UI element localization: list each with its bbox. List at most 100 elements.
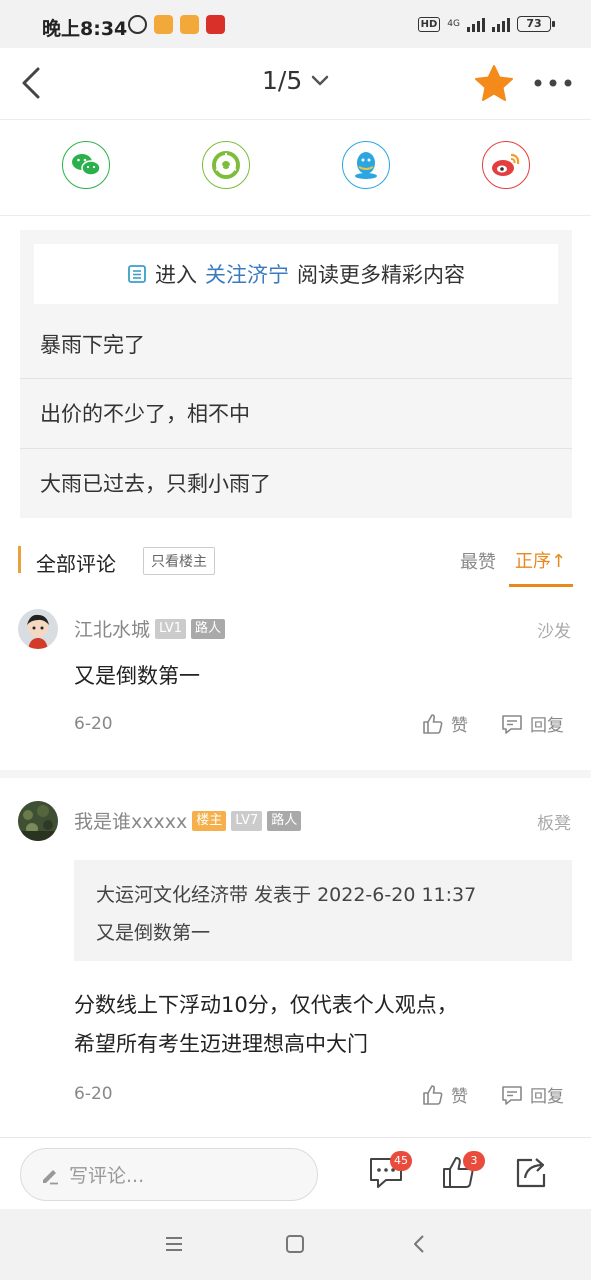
floor-label: 沙发 [537,622,571,642]
signal-icon-2 [492,16,510,32]
status-right: HD 4G 73 [417,16,555,32]
share-qq-button[interactable] [342,141,390,189]
home-square-icon [286,1235,304,1253]
author-name[interactable]: 江北水城 [74,615,150,642]
recent-apps-button[interactable] [162,1232,186,1256]
role-badge: 路人 [191,618,226,639]
moments-icon [212,151,240,179]
comment-date: 6-20 [74,714,113,734]
share-wechat-button[interactable] [62,141,110,189]
comment-input[interactable]: 写评论... [20,1148,318,1201]
comment-text: 又是倒数第一 [74,664,200,688]
avatar-image [18,801,58,841]
reply-icon [502,1085,522,1105]
pencil-icon [43,1169,58,1184]
message-app-icon-2 [180,15,199,34]
comment-author: 我是谁xxxxx 楼主 LV7 路人 [74,807,302,834]
comment-text-line: 希望所有考生迈进理想高中大门 [74,1032,368,1056]
app-notification-icon [206,15,225,34]
like-post-button[interactable]: 3 [440,1151,485,1190]
floor-label: 板凳 [537,814,571,834]
chevron-down-icon [311,75,329,85]
thumbs-up-icon [423,713,443,734]
reply-icon [502,714,522,734]
back-chevron-icon [414,1235,424,1253]
comments-title: 全部评论 [36,552,116,576]
back-arrow-icon [22,67,40,99]
weibo-icon [492,153,520,176]
comment-text: 分数线上下浮动10分，仅代表个人观点， 希望所有考生迈进理想高中大门 [74,986,458,1064]
role-badge: 路人 [267,810,302,831]
article-card: 进入 关注济宁 阅读更多精彩内容 暴雨下完了 出价的不少了，相不中 大雨已过去，… [20,230,572,518]
battery-level: 73 [526,17,542,30]
status-time: 晚上8:34 [42,18,128,40]
reply-button[interactable]: 回复 [500,1082,564,1107]
more-dots-icon [534,79,572,87]
owner-badge: 楼主 [192,810,227,831]
banner-prefix: 进入 [155,263,197,287]
like-count-badge: 3 [463,1151,485,1171]
wechat-icon [72,154,101,176]
alarm-icon [128,15,147,34]
author-name[interactable]: 我是谁xxxxx [74,807,187,834]
back-button[interactable] [16,64,52,102]
like-label: 赞 [451,716,468,736]
menu-icon [166,1237,182,1251]
comments-header: 全部评论 只看楼主 最赞 正序↑ [0,538,591,588]
like-button[interactable]: 赞 [421,1082,468,1107]
like-label: 赞 [451,1087,468,1107]
share-icon [516,1158,546,1188]
document-icon [128,265,146,283]
share-row [0,121,591,216]
quote-text: 又是倒数第一 [96,922,211,944]
network-type: 4G [447,19,460,29]
top-nav-bar: 1/5 [0,48,591,120]
favorite-button[interactable] [474,64,514,102]
comment-date: 6-20 [74,1084,113,1104]
status-bar: 晚上8:34 HD 4G 73 [0,0,591,48]
sort-best-tab[interactable]: 最赞 [460,548,496,574]
qq-icon [355,152,377,179]
card-line: 出价的不少了，相不中 [20,378,572,448]
star-icon [475,65,513,101]
section-accent-bar [18,546,21,573]
share-button[interactable] [512,1154,550,1190]
comment-divider [0,770,591,778]
share-weibo-button[interactable] [482,141,530,189]
reply-label: 回复 [530,716,564,736]
system-nav-bar [0,1209,591,1280]
active-tab-underline [509,584,573,587]
quote-header: 大运河文化经济带 发表于 2022-6-20 11:37 [96,884,477,906]
banner-link[interactable]: 关注济宁 [205,259,289,289]
avatar-image [18,609,58,649]
sort-order-tab[interactable]: 正序↑ [515,547,566,573]
like-button[interactable]: 赞 [421,711,468,736]
more-button[interactable] [532,70,576,96]
comment-input-placeholder: 写评论... [69,1165,145,1187]
comment-author: 江北水城 LV1 路人 [74,615,226,642]
reply-button[interactable]: 回复 [500,711,564,736]
bottom-comment-bar: 写评论... 45 3 [0,1137,591,1209]
page-indicator-label: 1/5 [262,66,303,95]
share-moments-button[interactable] [202,141,250,189]
page-indicator[interactable]: 1/5 [262,66,330,95]
battery-icon: 73 [517,16,555,32]
message-app-icon [154,15,173,34]
card-line: 暴雨下完了 [40,333,145,357]
level-badge: LV1 [155,618,186,639]
avatar[interactable] [18,609,58,649]
avatar[interactable] [18,801,58,841]
reply-label: 回复 [530,1087,564,1107]
banner-suffix: 阅读更多精彩内容 [297,263,465,287]
comment-count-badge: 45 [390,1151,412,1171]
thumbs-up-icon [423,1084,443,1105]
only-owner-button[interactable]: 只看楼主 [143,547,215,575]
card-line: 大雨已过去，只剩小雨了 [20,448,572,518]
quoted-comment: 大运河文化经济带 发表于 2022-6-20 11:37 又是倒数第一 [74,860,572,961]
follow-banner[interactable]: 进入 关注济宁 阅读更多精彩内容 [34,244,558,304]
level-badge: LV7 [231,810,263,831]
comments-button[interactable]: 45 [368,1151,412,1190]
hd-icon: HD [417,16,441,32]
system-back-button[interactable] [408,1232,432,1256]
home-button[interactable] [283,1232,307,1256]
